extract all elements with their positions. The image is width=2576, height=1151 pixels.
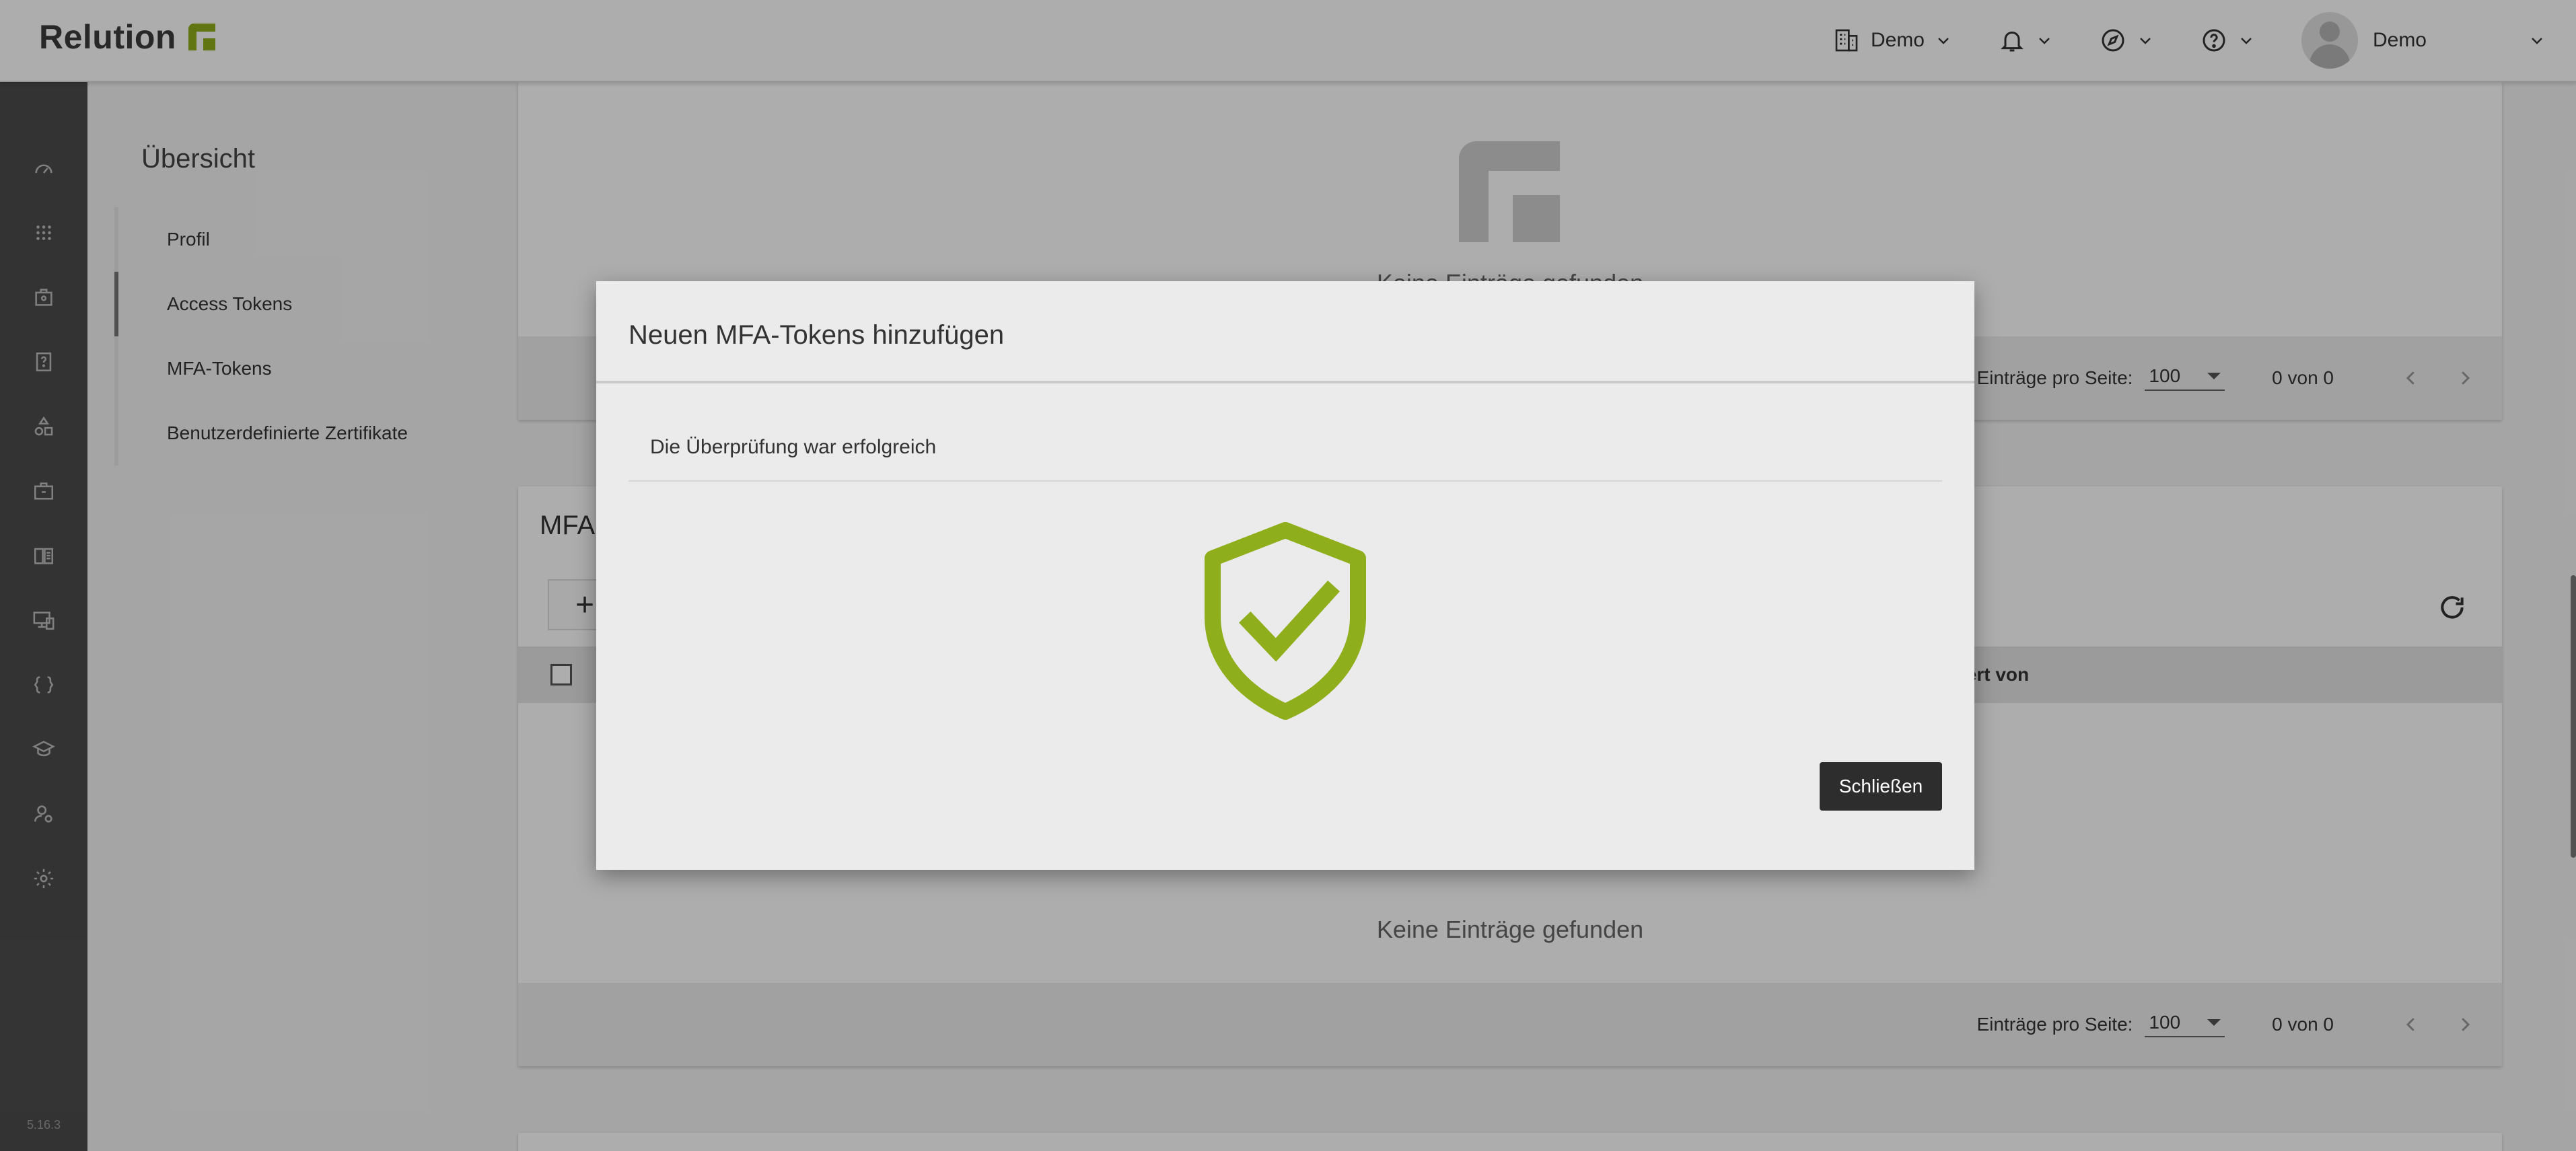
- divider: [629, 480, 1942, 482]
- dialog-title: Neuen MFA-Tokens hinzufügen: [629, 320, 1005, 350]
- shield-check-icon: [1205, 522, 1366, 720]
- verification-message: Die Überprüfung war erfolgreich: [650, 436, 937, 458]
- dialog-header: Neuen MFA-Tokens hinzufügen: [596, 281, 1974, 383]
- close-button[interactable]: Schließen: [1820, 762, 1942, 811]
- add-mfa-token-dialog: Neuen MFA-Tokens hinzufügen Die Überprüf…: [596, 281, 1974, 870]
